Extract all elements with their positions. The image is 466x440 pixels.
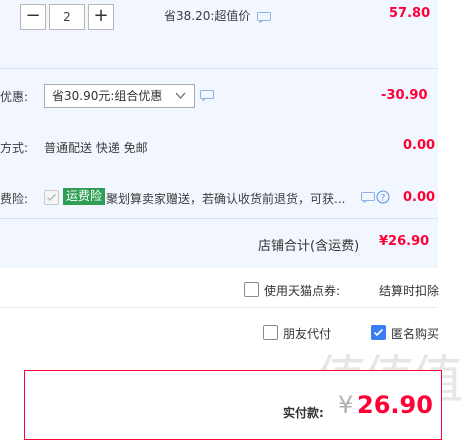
- decrement-button[interactable]: −: [20, 4, 46, 30]
- shipping-method: 普通配送 快递 免邮: [44, 141, 148, 155]
- quantity-input[interactable]: 2: [49, 4, 85, 30]
- points-note: 结算时扣除: [379, 284, 440, 298]
- help-icon[interactable]: ?: [376, 190, 390, 204]
- message-icon[interactable]: [361, 192, 375, 203]
- payment-summary-box: 实付款: ¥ 26.90: [24, 370, 442, 440]
- insurance-label: 费险:: [0, 192, 29, 206]
- subtotal-label: 店铺合计(含运费): [258, 239, 360, 254]
- checkmark-icon: [47, 194, 56, 201]
- discount-amount: -30.90: [381, 88, 428, 103]
- message-icon[interactable]: [200, 90, 214, 101]
- insurance-amount: 0.00: [403, 190, 436, 205]
- promo-text: 省38.20:超值价: [164, 9, 251, 23]
- payment-amount: 26.90: [357, 391, 433, 419]
- payment-currency: ¥: [338, 391, 354, 419]
- divider: [0, 68, 438, 69]
- discount-label: 优惠:: [0, 90, 29, 104]
- increment-button[interactable]: +: [88, 4, 114, 30]
- insurance-checkbox[interactable]: [44, 190, 59, 205]
- subtotal-value: ¥26.90: [379, 234, 430, 249]
- payment-label: 实付款:: [283, 406, 324, 420]
- points-checkbox[interactable]: [244, 282, 259, 297]
- divider: [0, 307, 438, 308]
- discount-selected-value: 省30.90元:组合优惠: [52, 89, 163, 103]
- svg-text:?: ?: [381, 194, 386, 204]
- shipping-amount: 0.00: [403, 138, 436, 153]
- discount-select[interactable]: 省30.90元:组合优惠: [44, 84, 195, 108]
- order-detail-panel: [0, 0, 438, 268]
- message-icon[interactable]: [257, 12, 271, 23]
- points-label: 使用天猫点券:: [264, 284, 341, 298]
- item-price: 57.80: [389, 6, 431, 21]
- insurance-text: 聚划算卖家赠送，若确认收货前退货，可获...: [106, 192, 346, 206]
- friend-pay-checkbox[interactable]: [263, 325, 278, 340]
- shipping-label: 方式:: [0, 141, 29, 155]
- divider: [0, 218, 438, 219]
- insurance-badge: 运费险: [63, 188, 106, 205]
- chevron-down-icon: [175, 92, 186, 99]
